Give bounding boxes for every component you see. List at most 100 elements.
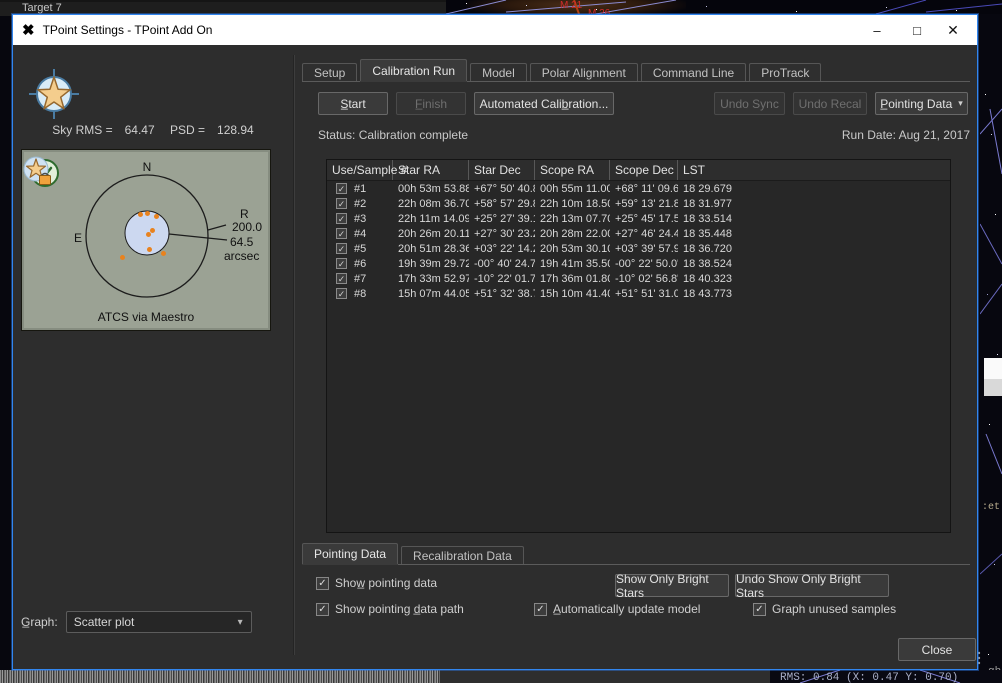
stars	[985, 94, 986, 95]
close-button[interactable]: Close	[898, 638, 976, 661]
subtab-pointing-data[interactable]: Pointing Data	[302, 543, 399, 564]
column-header[interactable]: Use/Sample #	[327, 160, 407, 180]
star-ra-cell: 00h 53m 53.88s	[398, 182, 469, 195]
use-sample-checkbox[interactable]: ✓	[336, 243, 347, 254]
background-rms-readout: RMS: 0.84 (X: 0.47 Y: 0.70)	[780, 672, 959, 683]
sample-number: #8	[354, 287, 367, 300]
use-sample-cell: ✓ #6	[327, 258, 393, 270]
panel-divider	[293, 55, 295, 655]
maximize-button[interactable]: □	[897, 15, 937, 45]
use-sample-cell: ✓ #4	[327, 228, 393, 240]
tab-command-line[interactable]: Command Line	[640, 63, 747, 81]
finish-button[interactable]: F̲inish	[396, 92, 466, 115]
sample-number: #1	[354, 182, 367, 195]
undo-show-only-bright-stars-button[interactable]: Undo Show Only Bright Stars	[735, 572, 889, 600]
table-row[interactable]: ✓ #4 20h 26m 20.11s +27° 30' 23.2" 20h 28m 2…	[327, 226, 950, 241]
use-sample-checkbox[interactable]: ✓	[336, 198, 347, 209]
show-pointing-data-checkbox[interactable]: ✓ Show̲ pointing data	[316, 576, 437, 590]
use-sample-checkbox[interactable]: ✓	[336, 288, 347, 299]
star-dec-cell: +58° 57' 29.8"	[474, 197, 535, 210]
graph-unused-samples-checkbox[interactable]: ✓ Graph unused samples	[753, 602, 896, 616]
star-dec-cell: +03° 22' 14.2"	[474, 242, 535, 255]
star-dec-cell: +67° 50' 40.8"	[474, 182, 535, 195]
calibration-samples-table: Use/Sample # Star RA Star Dec Scope RA S…	[326, 159, 951, 533]
use-sample-checkbox[interactable]: ✓	[336, 258, 347, 269]
lst-cell: 18 33.514	[683, 212, 732, 225]
scatter-point	[146, 246, 152, 252]
undo-recal-button[interactable]: Undo Recal	[793, 92, 867, 115]
pointing-data-menu-label: P̲ointing Data	[880, 96, 953, 111]
column-header[interactable]: Scope RA	[535, 160, 610, 180]
use-sample-checkbox[interactable]: ✓	[336, 213, 347, 224]
scope-ra-cell: 17h 36m 01.80s	[540, 272, 610, 285]
rms-circle-value: 64.5	[230, 235, 254, 249]
background-bottom-strip: RMS: 0.84 (X: 0.47 Y: 0.70)	[0, 670, 1002, 683]
tpoint-settings-dialog: ✖ TPoint Settings - TPoint Add On – □ ✕ …	[12, 14, 978, 670]
column-header[interactable]: LST	[678, 160, 950, 180]
scope-dec-cell: +51° 51' 31.0"	[615, 287, 678, 300]
show-pointing-data-path-checkbox[interactable]: ✓ Show pointing d̲ata path	[316, 602, 464, 616]
tab-protrack[interactable]: ProTrack	[749, 63, 822, 81]
star-dec-cell: -10° 22' 01.7"	[474, 272, 535, 285]
column-header[interactable]: Star Dec	[469, 160, 535, 180]
lst-cell: 18 31.977	[683, 197, 732, 210]
table-row[interactable]: ✓ #6 19h 39m 29.72s -00° 40' 24.7" 19h 41m 3…	[327, 256, 950, 271]
star-ra-cell: 20h 26m 20.11s	[398, 227, 469, 240]
column-header[interactable]: Scope Dec	[610, 160, 678, 180]
table-row[interactable]: ✓ #3 22h 11m 14.09s +25° 27' 39.1" 22h 13m 0…	[327, 211, 950, 226]
scatter-point	[160, 250, 166, 256]
scope-ra-cell: 15h 10m 41.40s	[540, 287, 610, 300]
chevron-down-icon: ▾	[237, 616, 243, 628]
graph-type-value: Scatter plot	[73, 615, 135, 629]
data-sub-tab-bar: Pointing Data Recalibration Data	[302, 543, 970, 565]
status-text: Status: Calibration complete	[318, 128, 469, 142]
star-dec-cell: -00° 40' 24.7"	[474, 257, 535, 270]
use-sample-checkbox[interactable]: ✓	[336, 273, 347, 284]
app-logo-icon: ✖	[22, 21, 35, 39]
sample-number: #4	[354, 227, 367, 240]
table-row[interactable]: ✓ #7 17h 33m 52.97s -10° 22' 01.7" 17h 36m 0…	[327, 271, 950, 286]
tab-calibration-run[interactable]: Calibration Run	[360, 59, 468, 81]
use-sample-cell: ✓ #5	[327, 243, 393, 255]
checkbox-label: A̲utomatically update model	[553, 602, 701, 616]
use-sample-cell: ✓ #2	[327, 198, 393, 210]
undo-sync-button[interactable]: Undo Sync	[714, 92, 785, 115]
sample-number: #5	[354, 242, 367, 255]
subtab-recalibration-data[interactable]: Recalibration Data	[401, 546, 524, 564]
automated-calibration-button[interactable]: Automated Calib̲ration...	[474, 92, 614, 115]
use-sample-checkbox[interactable]: ✓	[336, 183, 347, 194]
m21-label: M 21	[560, 0, 583, 11]
scope-ra-cell: 22h 10m 18.50s	[540, 197, 610, 210]
table-row[interactable]: ✓ #1 00h 53m 53.88s +67° 50' 40.8" 00h 55m 1…	[327, 181, 950, 196]
window-title: TPoint Settings - TPoint Add On	[42, 23, 213, 37]
start-button[interactable]: S̲tart	[318, 92, 388, 115]
run-date: Run Date: Aug 21, 2017	[841, 128, 970, 142]
minimize-button[interactable]: –	[857, 15, 897, 45]
star-ra-cell: 22h 11m 14.09s	[398, 212, 469, 225]
table-row[interactable]: ✓ #5 20h 51m 28.36s +03° 22' 14.2" 20h 53m 3…	[327, 241, 950, 256]
pointing-data-menu-button[interactable]: P̲ointing Data ▾	[875, 92, 968, 115]
use-sample-checkbox[interactable]: ✓	[336, 228, 347, 239]
use-sample-cell: ✓ #7	[327, 273, 393, 285]
column-header[interactable]: Star RA	[393, 160, 469, 180]
lst-cell: 18 40.323	[683, 272, 732, 285]
scatter-plot-panel[interactable]: N E R 200.0 64.5 arcsec ATCS via Maestro	[21, 149, 271, 331]
tab-polar-alignment[interactable]: Polar Alignment	[529, 63, 638, 81]
show-only-bright-stars-button[interactable]: Show Only Bright Stars	[615, 572, 729, 600]
tpoint-logo-icon	[29, 69, 79, 119]
title-bar[interactable]: ✖ TPoint Settings - TPoint Add On – □ ✕	[13, 15, 977, 45]
automatically-update-model-checkbox[interactable]: ✓ A̲utomatically update model	[534, 602, 700, 616]
scope-ra-cell: 20h 28m 22.00s	[540, 227, 610, 240]
table-row[interactable]: ✓ #2 22h 08m 36.70s +58° 57' 29.8" 22h 10m 1…	[327, 196, 950, 211]
table-row[interactable]: ✓ #8 15h 07m 44.05s +51° 32' 38.7" 15h 10m 4…	[327, 286, 950, 301]
star-dec-cell: +27° 30' 23.2"	[474, 227, 535, 240]
graph-type-dropdown[interactable]: Scatter plot ▾	[65, 611, 252, 633]
east-axis-label: E	[74, 231, 82, 245]
checkbox-label: Show pointing d̲ata path	[335, 602, 464, 616]
tab-setup[interactable]: Setup	[302, 63, 358, 81]
scope-dec-cell: +03° 39' 57.9"	[615, 242, 678, 255]
close-window-button[interactable]: ✕	[933, 15, 973, 45]
tab-model[interactable]: Model	[470, 63, 527, 81]
scope-dec-cell: -00° 22' 50.0"	[615, 257, 678, 270]
scope-dec-cell: +27° 46' 24.4"	[615, 227, 678, 240]
